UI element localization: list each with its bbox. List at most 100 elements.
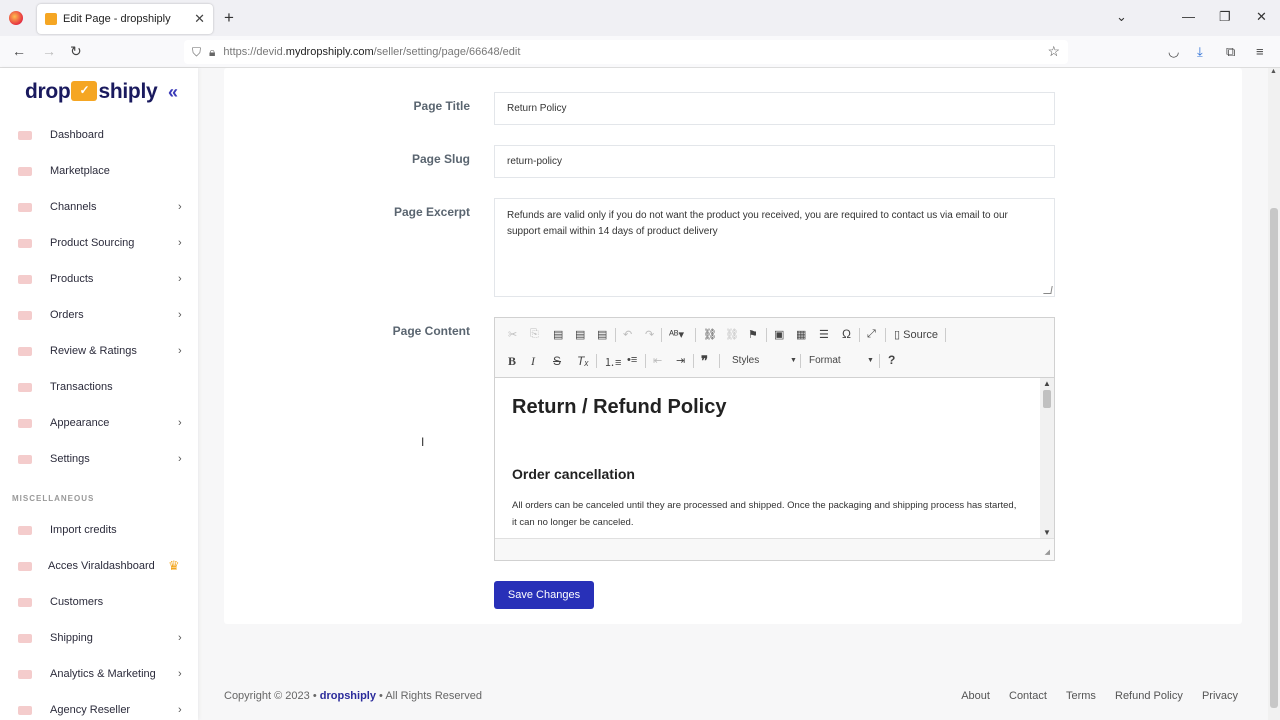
editor-resize-icon[interactable]: ◢ — [1045, 548, 1050, 556]
editor-content-area[interactable]: Return / Refund Policy Order cancellatio… — [495, 378, 1054, 538]
save-changes-button[interactable]: Save Changes — [494, 581, 594, 609]
page-slug-input[interactable]: return-policy — [494, 145, 1055, 178]
download-icon[interactable]: ⤓ — [1197, 44, 1203, 60]
indent-icon[interactable]: ⇥ — [676, 354, 685, 367]
sidebar-item-dashboard[interactable]: Dashboard — [0, 123, 198, 147]
source-button[interactable]: ▯ Source — [894, 328, 938, 341]
table-icon[interactable]: ▦ — [796, 328, 806, 341]
format-dropdown[interactable]: Format ▼ — [809, 355, 875, 366]
maximize-icon[interactable]: ⤢ — [867, 328, 876, 341]
blockquote-icon[interactable]: ❞ — [701, 353, 708, 369]
spellcheck-icon[interactable]: ᴬᴮ▾ — [669, 328, 684, 341]
sidebar-item-label: Marketplace — [50, 165, 110, 177]
outdent-icon[interactable]: ⇤ — [653, 354, 662, 367]
cut-icon[interactable]: ✂ — [508, 328, 517, 341]
close-window-button[interactable]: ✕ — [1256, 9, 1267, 25]
strike-button[interactable]: S — [553, 354, 561, 368]
sidebar-item-analytics-marketing[interactable]: Analytics & Marketing › — [0, 662, 198, 686]
bulleted-list-icon[interactable]: •≡ — [627, 354, 637, 366]
close-tab-icon[interactable]: ✕ — [194, 11, 205, 27]
anchor-flag-icon[interactable]: ⚑ — [748, 328, 758, 341]
restore-button[interactable]: ❐ — [1219, 9, 1231, 25]
footer-link-refund-policy[interactable]: Refund Policy — [1115, 690, 1183, 702]
undo-icon[interactable]: ↶ — [623, 328, 632, 341]
url-prefix: https://devid. — [223, 46, 286, 58]
browser-tab[interactable]: Edit Page - dropshiply ✕ — [37, 4, 213, 34]
footer-brand-link[interactable]: dropshiply — [320, 690, 376, 702]
sidebar-item-product-sourcing[interactable]: Product Sourcing › — [0, 231, 198, 255]
sidebar-item-viraldashboard[interactable]: Acces Viraldashboard ♛ — [0, 554, 198, 578]
bold-button[interactable]: B — [508, 354, 516, 369]
crown-icon: ♛ — [168, 558, 180, 573]
sidebar-item-settings[interactable]: Settings › — [0, 447, 198, 471]
page-excerpt-textarea[interactable]: Refunds are valid only if you do not wan… — [494, 198, 1055, 297]
special-char-icon[interactable]: Ω — [842, 327, 851, 341]
sidebar-item-import-credits[interactable]: Import credits — [0, 518, 198, 542]
page-slug-label: Page Slug — [411, 152, 470, 166]
lock-icon[interactable]: 🔒︎ — [209, 45, 215, 60]
sidebar-item-appearance[interactable]: Appearance › — [0, 411, 198, 435]
forward-icon[interactable]: → — [42, 43, 56, 59]
url-bar[interactable]: ⛉ 🔒︎ https://devid. mydropshiply.com/sell… — [184, 40, 1068, 64]
help-icon[interactable]: ? — [888, 353, 895, 367]
italic-button[interactable]: I — [531, 354, 535, 369]
paste-icon[interactable]: ▤ — [553, 328, 563, 341]
new-tab-button[interactable]: + — [224, 8, 234, 28]
page-title-input[interactable]: Return Policy — [494, 92, 1055, 125]
horizontal-line-icon[interactable]: ☰ — [819, 328, 829, 341]
sidebar-item-agency-reseller[interactable]: Agency Reseller › — [0, 698, 198, 720]
redo-icon[interactable]: ↷ — [645, 328, 654, 341]
copy-icon[interactable]: ⎘ — [530, 328, 539, 341]
paste-word-icon[interactable]: ▤ — [597, 328, 607, 341]
chevron-right-icon: › — [178, 632, 182, 644]
remove-format-icon[interactable]: Tₓ — [577, 354, 589, 368]
resize-handle-icon[interactable] — [1043, 286, 1053, 294]
styles-dropdown[interactable]: Styles ▼ — [732, 355, 798, 366]
scroll-thumb[interactable] — [1043, 390, 1051, 408]
chevron-right-icon: › — [178, 237, 182, 249]
scroll-down-icon[interactable]: ▼ — [1043, 528, 1051, 537]
footer-link-terms[interactable]: Terms — [1066, 690, 1096, 702]
extensions-icon[interactable]: ⧉ — [1226, 44, 1235, 60]
tab-list-icon[interactable]: ⌄ — [1116, 9, 1127, 25]
unlink-icon[interactable]: ⛓ — [725, 328, 739, 341]
shield-icon[interactable]: ⛉ — [192, 45, 201, 60]
page-scrollbar[interactable]: ▲ — [1268, 68, 1280, 720]
pocket-icon[interactable]: ◡ — [1168, 44, 1179, 60]
url-path: /seller/setting/page/66648/edit — [373, 46, 521, 58]
sidebar-item-orders[interactable]: Orders › — [0, 303, 198, 327]
collapse-sidebar-icon[interactable]: « — [168, 82, 178, 103]
sidebar-item-label: Acces Viraldashboard — [48, 560, 155, 572]
sidebar-item-channels[interactable]: Channels › — [0, 195, 198, 219]
chevron-right-icon: › — [178, 273, 182, 285]
bookmark-star-icon[interactable]: ☆ — [1047, 43, 1060, 60]
back-icon[interactable]: ← — [12, 43, 26, 59]
menu-icon[interactable]: ≡ — [1256, 44, 1264, 59]
page-scroll-up-icon[interactable]: ▲ — [1270, 68, 1277, 75]
minimize-button[interactable]: — — [1182, 9, 1195, 24]
footer-link-about[interactable]: About — [961, 690, 990, 702]
image-icon[interactable]: ▣ — [774, 328, 784, 341]
numbered-list-icon[interactable]: ⒈≡ — [604, 354, 621, 370]
sidebar-item-transactions[interactable]: Transactions — [0, 375, 198, 399]
sidebar-item-review-ratings[interactable]: Review & Ratings › — [0, 339, 198, 363]
link-icon[interactable]: ⛓ — [703, 328, 717, 341]
footer-link-contact[interactable]: Contact — [1009, 690, 1047, 702]
scroll-up-icon[interactable]: ▲ — [1043, 379, 1051, 388]
reload-icon[interactable]: ↻ — [70, 43, 82, 60]
paste-text-icon[interactable]: ▤ — [575, 328, 585, 341]
settings-icon — [18, 454, 32, 464]
sidebar-item-customers[interactable]: Customers — [0, 590, 198, 614]
logo[interactable]: drop shiply — [25, 80, 158, 104]
sidebar-item-marketplace[interactable]: Marketplace — [0, 159, 198, 183]
footer-link-privacy[interactable]: Privacy — [1202, 690, 1238, 702]
editor-scrollbar[interactable]: ▲ ▼ — [1040, 378, 1054, 538]
channels-icon — [18, 202, 32, 212]
sidebar-item-products[interactable]: Products › — [0, 267, 198, 291]
firefox-icon[interactable] — [9, 11, 23, 25]
page-excerpt-text: Refunds are valid only if you do not wan… — [507, 210, 1008, 237]
sidebar-item-shipping[interactable]: Shipping › — [0, 626, 198, 650]
page-scroll-thumb[interactable] — [1270, 208, 1278, 708]
chevron-right-icon: › — [178, 201, 182, 213]
sidebar-item-label: Agency Reseller — [50, 704, 131, 716]
